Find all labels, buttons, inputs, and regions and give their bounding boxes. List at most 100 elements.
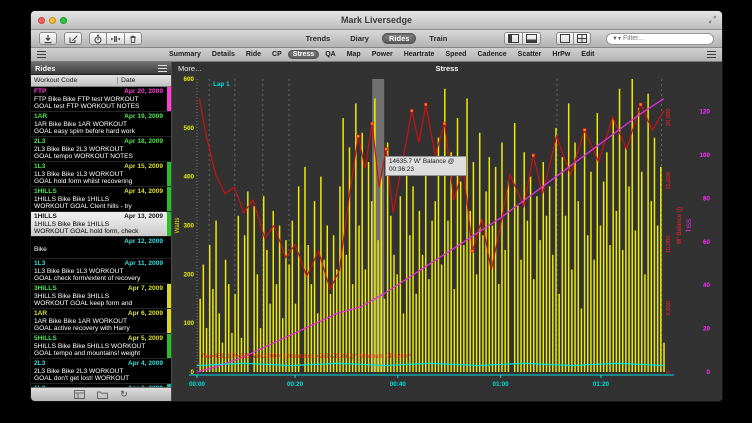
window-title: Mark Liversedge: [31, 15, 722, 25]
match-marker: [410, 109, 413, 112]
close-window-button[interactable]: [38, 17, 45, 24]
tiled-view-button[interactable]: [573, 32, 591, 45]
column-header-workout-code[interactable]: Workout Code: [31, 77, 118, 84]
match-marker: [471, 249, 474, 252]
ride-list: FTPApr 20, 2009FTP Bike Bike FTP test WO…: [31, 87, 171, 387]
ride-color-bar: [167, 187, 171, 211]
grid-view-icon[interactable]: [74, 390, 85, 399]
ride-color-bar: [167, 284, 171, 308]
ride-date: Apr 11, 2009: [125, 260, 164, 268]
sidebar-left-icon: [508, 34, 519, 43]
ride-row[interactable]: 1L3 Apr 11, 20091L3 Bike Bike 1L3 WORKOUT…: [31, 259, 171, 284]
tab-heartrate[interactable]: Heartrate: [399, 50, 440, 59]
watts-tick-label: 600: [183, 76, 194, 83]
traffic-lights: [38, 17, 67, 24]
ride-row[interactable]: 1L3Apr 3, 20091L3 Bike Bike 1L3 WORKOUT: [31, 384, 171, 387]
chart-menu-icon[interactable]: [37, 51, 46, 58]
ride-description: Bike: [34, 246, 163, 254]
ride-code: 1L3: [34, 260, 45, 268]
tiss-tick-label: 80: [703, 195, 711, 202]
zoom-window-button[interactable]: [60, 17, 67, 24]
title-bar[interactable]: Mark Liversedge: [31, 11, 722, 30]
chart-title: Stress: [172, 64, 722, 73]
watts-tick-label: 100: [183, 320, 194, 327]
watts-axis-label: Watts: [174, 218, 181, 234]
ride-code: 3HILLS: [34, 285, 57, 293]
column-header-date[interactable]: Date: [118, 77, 171, 84]
filter-field[interactable]: ▼▾: [606, 33, 714, 45]
ride-description: 1L3 Bike Bike 1L3 WORKOUT: [34, 171, 163, 179]
ride-row[interactable]: 1HILLSApr 14, 20091HILLS Bike Bike 1HILL…: [31, 187, 171, 212]
wbal-axis-label: W' Balance (j): [677, 207, 683, 244]
sidebar-menu-icon[interactable]: [158, 65, 167, 72]
ride-row[interactable]: 5HILLSApr 5, 20095HILLS Bike Bike 5HILLS…: [31, 334, 171, 359]
scope-tab-trends[interactable]: Trends: [299, 33, 338, 44]
ride-description: FTP Bike Bike FTP test WORKOUT: [34, 96, 163, 104]
ride-row[interactable]: 3HILLSApr 7, 20093HILLS Bike Bike 3HILLS…: [31, 284, 171, 309]
ride-description: 1L3 Bike Bike 1L3 WORKOUT: [34, 268, 163, 276]
tab-speed[interactable]: Speed: [440, 50, 471, 59]
tab-power[interactable]: Power: [367, 50, 398, 59]
ride-row[interactable]: 1L3Apr 15, 20091L3 Bike Bike 1L3 WORKOUT…: [31, 162, 171, 187]
more-link[interactable]: More...: [178, 64, 201, 73]
toggle-bottombar-button[interactable]: [522, 32, 541, 45]
ride-code: 1L3: [34, 385, 45, 387]
wbal-annotation: Tau=451, CP=286, W'=23000, 10 matches >2…: [201, 354, 412, 360]
ride-date: Apr 15, 2009: [124, 163, 163, 171]
tiss-tick-label: 0: [706, 369, 710, 376]
view-tabs: SummaryDetailsRideCPStressQAMapPowerHear…: [164, 50, 600, 59]
ride-code: 1HILLS: [34, 188, 57, 196]
scope-tab-diary[interactable]: Diary: [343, 33, 376, 44]
ride-date: Apr 5, 2009: [128, 335, 163, 343]
tab-stress[interactable]: Stress: [288, 50, 319, 59]
x-tick-label: 00:00: [189, 381, 206, 388]
tab-cadence[interactable]: Cadence: [472, 50, 511, 59]
tab-qa[interactable]: QA: [320, 50, 341, 59]
ride-description: GOAL active recovery with Harry: [34, 325, 163, 333]
ride-code: 2L3: [34, 360, 45, 368]
ride-row[interactable]: 2L3Apr 18, 20092L3 Bike Bike 2L3 WORKOUT…: [31, 137, 171, 162]
refresh-icon[interactable]: ↻: [120, 390, 128, 399]
watts-tick-label: 400: [183, 174, 194, 181]
scope-tab-train[interactable]: Train: [422, 33, 454, 44]
filter-input[interactable]: [623, 35, 708, 42]
tab-ride[interactable]: Ride: [241, 50, 266, 59]
ride-row[interactable]: 2L3Apr 4, 20092L3 Bike Bike 2L3 WORKOUTG…: [31, 359, 171, 384]
toggle-sidebar-button[interactable]: [504, 32, 523, 45]
single-view-button[interactable]: [556, 32, 574, 45]
ride-color-bar: [167, 309, 171, 333]
tab-cp[interactable]: CP: [267, 50, 287, 59]
sidebar-header[interactable]: Rides: [31, 62, 171, 75]
ride-row[interactable]: Apr 12, 2009Bike: [31, 237, 171, 259]
ride-color-bar: [167, 334, 171, 358]
x-tick-label: 00:20: [287, 381, 304, 388]
tab-hrpw[interactable]: HrPw: [547, 50, 575, 59]
wbal-tick-label: 20,000: [666, 108, 672, 126]
tab-map[interactable]: Map: [342, 50, 366, 59]
ride-row[interactable]: 1ARApr 19, 20091AR Bike Bike 1AR WORKOUT…: [31, 112, 171, 137]
minimize-window-button[interactable]: [49, 17, 56, 24]
ride-description: 5HILLS Bike Bike 5HILLS WORKOUT: [34, 343, 163, 351]
ride-code: FTP: [34, 88, 46, 96]
ride-code: 1AR: [34, 113, 47, 121]
scope-tab-rides[interactable]: Rides: [382, 33, 416, 44]
tab-details[interactable]: Details: [207, 50, 240, 59]
window-resize-icon[interactable]: [708, 15, 717, 24]
tab-scatter[interactable]: Scatter: [513, 50, 547, 59]
ride-row[interactable]: FTPApr 20, 2009FTP Bike Bike FTP test WO…: [31, 87, 171, 112]
wbal-tooltip: 14635.7 W' Balance @ 00:36:23: [385, 156, 467, 176]
watts-tick-label: 0: [190, 369, 194, 376]
folder-icon[interactable]: [97, 390, 108, 399]
ride-description: WORKOUT GOAL keep form and: [34, 300, 163, 308]
sidebar-column-headers: Workout Code Date: [31, 75, 171, 87]
tab-edit[interactable]: Edit: [576, 50, 599, 59]
tab-summary[interactable]: Summary: [164, 50, 206, 59]
match-marker: [583, 128, 586, 131]
ride-row[interactable]: 1HILLSApr 13, 20091HILLS Bike Bike 1HILL…: [31, 212, 171, 237]
ride-row[interactable]: 1ARApr 6, 20091AR Bike Bike 1AR WORKOUTG…: [31, 309, 171, 334]
tiss-axis-label: TISS: [687, 219, 693, 232]
rides-sidebar: Rides Workout Code Date FTPApr 20, 2009F…: [31, 62, 172, 401]
lap-label: Lap 1: [213, 81, 230, 88]
stress-chart[interactable]: 00:0000:2000:4001:0001:20600500400300200…: [172, 62, 722, 401]
chart-settings-menu-icon[interactable]: [707, 51, 716, 58]
